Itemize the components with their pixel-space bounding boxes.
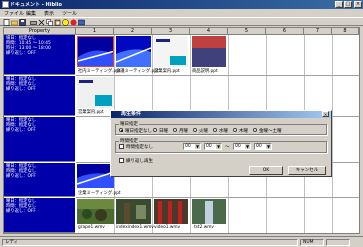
file-name: video1.wmv: [154, 225, 181, 230]
video-thumbnail[interactable]: [77, 199, 114, 224]
column-header[interactable]: 4: [190, 28, 228, 35]
new-icon[interactable]: [3, 19, 10, 26]
column-header[interactable]: 2: [114, 28, 152, 35]
radio-label: 日曜: [159, 129, 168, 134]
column-header-property[interactable]: Property: [4, 28, 76, 35]
stop-icon[interactable]: [70, 19, 77, 26]
radio-thursday[interactable]: [233, 128, 237, 132]
file-name: 企業ミーティング.ppt: [78, 191, 121, 196]
copy-icon[interactable]: [46, 19, 53, 26]
print-icon[interactable]: [30, 19, 37, 26]
save-icon[interactable]: [19, 19, 26, 26]
ok-button[interactable]: OK: [249, 166, 283, 175]
radio-weekday-none[interactable]: [119, 128, 123, 132]
end-minute-select[interactable]: 00 ▼: [254, 143, 272, 150]
start-hour-select[interactable]: 00 ▼: [183, 143, 201, 150]
file-name: grape1.wmv: [78, 225, 105, 230]
start-minute-select[interactable]: 00 ▼: [204, 143, 222, 150]
column-header[interactable]: 6: [266, 28, 304, 35]
maximize-button[interactable]: □: [344, 1, 352, 8]
radio-sunday[interactable]: [153, 128, 157, 132]
file-name: 商品説明.ppt: [192, 69, 218, 74]
status-text: レディ: [2, 239, 298, 246]
toolbar: [0, 17, 363, 26]
radio-monday[interactable]: [173, 128, 177, 132]
end-hour-select[interactable]: 00 ▼: [233, 143, 251, 150]
time-none-checkbox[interactable]: [119, 144, 124, 149]
file-name: 社内ミーティング.ppt: [78, 69, 121, 74]
file-name: 営業案内.ppt: [154, 69, 180, 74]
radio-label: 月曜: [179, 129, 188, 134]
slide-thumbnail[interactable]: [154, 36, 188, 67]
menu-tools[interactable]: ツール: [62, 10, 77, 17]
cut-icon[interactable]: [38, 19, 45, 26]
file-name: tst2.wmv: [194, 225, 214, 230]
row-property[interactable]: 場日：指定なし 時間：10:45 ～ 10:45 時分：13:00 ～ 18:0…: [4, 35, 75, 75]
file-name: 会議ミーティング.ppt: [116, 69, 159, 74]
open-icon[interactable]: [11, 19, 18, 26]
menu-file[interactable]: ファイル: [4, 10, 24, 17]
close-button[interactable]: ×: [354, 1, 362, 8]
search-icon[interactable]: [78, 19, 85, 26]
radio-label: 木曜: [239, 129, 248, 134]
column-header[interactable]: 5: [228, 28, 266, 35]
radio-label: 火曜: [199, 129, 208, 134]
repeat-checkbox[interactable]: [119, 158, 124, 163]
slide-thumbnail[interactable]: [116, 36, 151, 67]
radio-label: 水曜: [219, 129, 228, 134]
file-name: 営業案内.ppt: [78, 110, 104, 115]
weekday-group-label: 曜日指定: [119, 121, 139, 127]
slide-thumbnail[interactable]: [77, 164, 114, 188]
chevron-down-icon: ▼: [266, 144, 271, 149]
row-property[interactable]: 曜日：指定なし 時間：指定なし 繰り返し：OFF: [4, 198, 75, 233]
radio-label: 金曜～土曜: [259, 129, 282, 134]
slide-thumbnail[interactable]: [77, 77, 114, 108]
video-thumbnail[interactable]: [116, 199, 151, 224]
chevron-down-icon: ▼: [195, 144, 200, 149]
slide-thumbnail[interactable]: [192, 36, 226, 67]
status-num: NUM: [300, 239, 324, 246]
column-header[interactable]: 1: [76, 28, 114, 35]
help-icon[interactable]: [62, 19, 69, 26]
radio-wednesday[interactable]: [213, 128, 217, 132]
chevron-down-icon: ▼: [216, 144, 221, 149]
playback-condition-dialog: 再生条件 × 曜日指定 曜日指定なし 日曜 月曜 火曜 水曜 木曜 金曜～土曜 …: [110, 110, 332, 177]
row-property[interactable]: 曜日：指定なし 時間：指定なし 繰り返し：OFF: [4, 76, 75, 116]
dialog-title: 再生条件: [111, 111, 331, 118]
column-header[interactable]: 3: [152, 28, 190, 35]
paste-icon[interactable]: [54, 19, 61, 26]
column-divider: [332, 35, 333, 233]
time-none-label: 時間指定なし: [126, 145, 153, 150]
radio-label: 曜日指定なし: [125, 129, 152, 134]
app-icon: [2, 1, 9, 8]
file-name: indexindex1.wmv: [116, 225, 154, 230]
radio-friday-saturday[interactable]: [253, 128, 257, 132]
menu-bar: ファイル 編集 表示 ツール: [0, 9, 363, 17]
minimize-button[interactable]: _: [335, 1, 343, 8]
video-thumbnail[interactable]: [154, 199, 188, 224]
video-thumbnail[interactable]: [192, 199, 226, 224]
chevron-down-icon: ▼: [245, 144, 250, 149]
window-title: ドキュメント - Hiblio: [10, 2, 62, 8]
dialog-close-button[interactable]: ×: [322, 111, 329, 117]
time-separator: ～: [225, 145, 230, 150]
radio-tuesday[interactable]: [193, 128, 197, 132]
column-header[interactable]: 7: [304, 28, 332, 35]
row-divider: [76, 197, 359, 198]
slide-thumbnail[interactable]: [77, 36, 114, 67]
status-bar: レディ NUM: [0, 236, 363, 247]
repeat-label: 繰り返し再生: [126, 159, 153, 164]
status-pane: [326, 239, 350, 246]
menu-edit[interactable]: 編集: [26, 10, 36, 17]
column-header[interactable]: 8: [332, 28, 359, 35]
menu-view[interactable]: 表示: [44, 10, 54, 17]
row-property[interactable]: 曜日：指定なし 時間：指定なし 繰り返し：OFF: [4, 117, 75, 162]
cancel-button[interactable]: キャンセル: [288, 166, 326, 175]
row-property[interactable]: 曜日：指定なし 時間：指定なし 繰り返し：OFF: [4, 163, 75, 197]
row-divider: [76, 75, 359, 76]
